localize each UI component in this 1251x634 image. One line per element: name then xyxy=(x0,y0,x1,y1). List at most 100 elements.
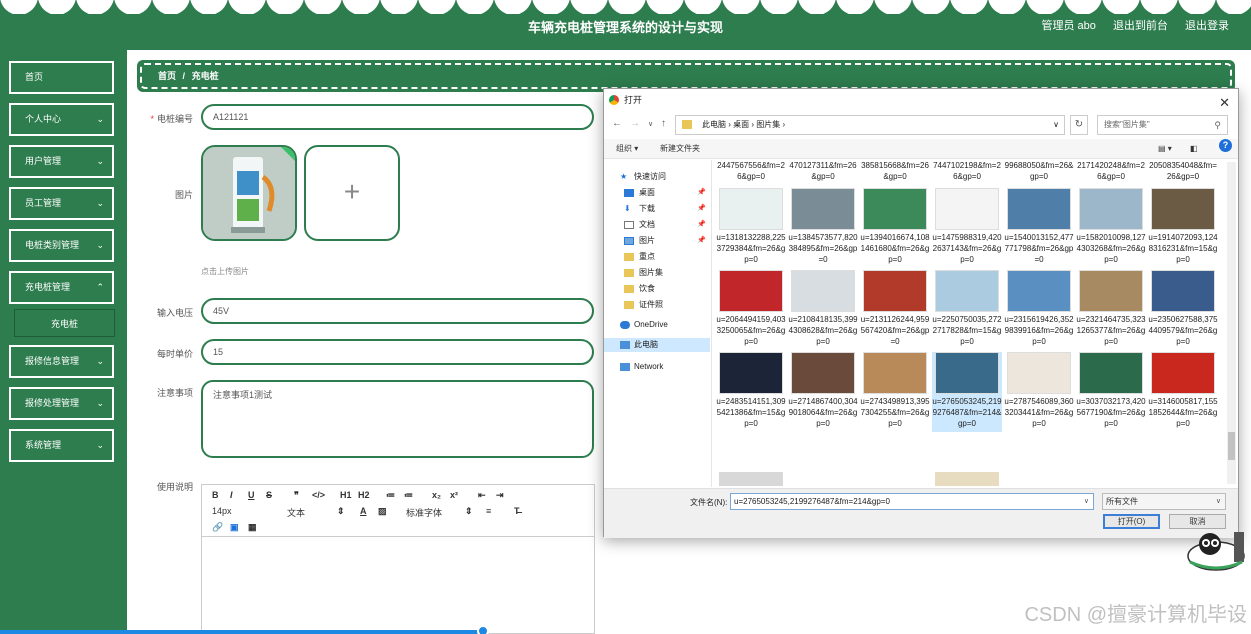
voltage-input[interactable]: 45V xyxy=(201,298,594,324)
filename-input[interactable]: u=2765053245,2199276487&fm=214&gp=0 ∨ xyxy=(730,493,1094,510)
code-input[interactable]: A121121 xyxy=(201,104,594,130)
font-color-icon[interactable]: A xyxy=(360,506,367,516)
help-icon[interactable]: ? xyxy=(1219,139,1232,152)
file-item[interactable]: u=1384573577,820384895&fm=26&gp=0 xyxy=(788,188,858,268)
file-item[interactable]: u=2765053245,2199276487&fm=214&gp=0 xyxy=(932,352,1002,432)
sidebar-item-pile-management[interactable]: 充电桩管理 ⌃ xyxy=(9,271,114,304)
file-thumbnail[interactable] xyxy=(719,472,783,486)
file-item[interactable]: u=1318132288,2253729384&fm=26&gp=0 xyxy=(716,188,786,268)
close-icon[interactable]: ✕ xyxy=(1219,92,1230,114)
open-button[interactable]: 打开(O) xyxy=(1103,514,1160,529)
nav-folder-zhengjianzhao[interactable]: 证件照 xyxy=(604,298,710,312)
h2-button[interactable]: H2 xyxy=(358,490,370,500)
logout-link[interactable]: 退出登录 xyxy=(1185,20,1229,32)
file-item[interactable]: 99688050&fm=26&gp=0 xyxy=(1004,160,1074,182)
up-arrow-icon[interactable]: ↑ xyxy=(661,118,666,129)
sidebar-item-staff[interactable]: 员工管理 ⌄ xyxy=(9,187,114,220)
file-item[interactable]: 2447567556&fm=26&gp=0 xyxy=(716,160,786,182)
font-family-select[interactable]: 标准字体 xyxy=(406,506,442,519)
preview-pane-icon[interactable]: ◧ xyxy=(1190,139,1198,159)
breadcrumb-home[interactable]: 首页 xyxy=(158,71,176,81)
notes-textarea[interactable]: 注意事项1测试 xyxy=(201,380,594,458)
file-item[interactable]: 7447102198&fm=26&gp=0 xyxy=(932,160,1002,182)
sidebar-item-repair-handling[interactable]: 报修处理管理 ⌄ xyxy=(9,387,114,420)
file-scrollbar[interactable] xyxy=(1227,162,1236,484)
file-item[interactable]: u=2321464735,3231265377&fm=26&gp=0 xyxy=(1076,270,1146,350)
sidebar-item-repair-info[interactable]: 报修信息管理 ⌄ xyxy=(9,345,114,378)
nav-desktop[interactable]: 桌面 📌 xyxy=(604,186,710,200)
video-icon[interactable]: ▦ xyxy=(248,522,257,533)
font-size-select[interactable]: 14px xyxy=(212,506,232,516)
file-item[interactable]: u=2131126244,959567420&fm=26&gp=0 xyxy=(860,270,930,350)
rich-text-editor[interactable]: B I U S ❞ </> H1 H2 ≔ ≔ x₂ x² ⇤ ⇥ 14px ⇕… xyxy=(201,484,595,634)
sidebar-item-users[interactable]: 用户管理 ⌄ xyxy=(9,145,114,178)
file-item[interactable]: 385815668&fm=26&gp=0 xyxy=(860,160,930,182)
recent-locations-icon[interactable]: ∨ xyxy=(648,120,653,128)
file-thumbnail[interactable] xyxy=(935,472,999,486)
chevron-down-icon[interactable]: ∨ xyxy=(1053,116,1059,134)
refresh-icon[interactable]: ↻ xyxy=(1070,115,1088,135)
clear-format-icon[interactable]: T̶ xyxy=(514,506,520,516)
file-item[interactable]: u=2250750035,2722717828&fm=15&gp=0 xyxy=(932,270,1002,350)
indent-button[interactable]: ⇥ xyxy=(496,490,504,501)
nav-folder-tupianji[interactable]: 图片集 xyxy=(604,266,710,280)
file-item[interactable]: u=2714867400,3049018064&fm=26&gp=0 xyxy=(788,352,858,432)
organize-button[interactable]: 组织 ▾ xyxy=(616,139,638,159)
file-item[interactable]: u=1582010098,1274303268&fm=26&gp=0 xyxy=(1076,188,1146,268)
sidebar-subitem-charging-pile[interactable]: 充电桩 xyxy=(14,309,115,337)
address-bar[interactable]: 此电脑 › 桌面 › 图片集 › ∨ xyxy=(675,115,1065,135)
sidebar-item-home[interactable]: 首页 xyxy=(9,61,114,94)
file-item[interactable]: u=2787546089,3603203441&fm=26&gp=0 xyxy=(1004,352,1074,432)
path-segment[interactable]: 图片集 xyxy=(756,120,780,129)
dialog-search-input[interactable]: 搜索"图片集" ⚲ xyxy=(1097,115,1228,135)
nav-quick-access[interactable]: ★ 快速访问 xyxy=(604,170,710,184)
view-options-icon[interactable]: ▤ ▾ xyxy=(1158,139,1172,159)
nav-this-pc[interactable]: 此电脑 xyxy=(604,338,710,352)
bullet-list-button[interactable]: ≔ xyxy=(404,490,413,501)
quote-button[interactable]: ❞ xyxy=(294,490,299,501)
nav-onedrive[interactable]: OneDrive xyxy=(604,318,710,332)
file-item[interactable]: u=2743498913,3957304255&fm=26&gp=0 xyxy=(860,352,930,432)
new-folder-button[interactable]: 新建文件夹 xyxy=(660,139,700,159)
nav-network[interactable]: Network xyxy=(604,360,710,374)
uploaded-image[interactable] xyxy=(201,145,297,241)
bold-button[interactable]: B xyxy=(212,490,219,500)
nav-documents[interactable]: 文档 📌 xyxy=(604,218,710,232)
exit-to-front-link[interactable]: 退出到前台 xyxy=(1113,20,1168,32)
text-type-select[interactable]: 文本 xyxy=(287,506,305,519)
superscript-button[interactable]: x² xyxy=(450,490,458,500)
file-item[interactable]: u=1394016674,1081461680&fm=26&gp=0 xyxy=(860,188,930,268)
nav-downloads[interactable]: ⬇ 下载 📌 xyxy=(604,202,710,216)
nav-folder-yinshi[interactable]: 饮食 xyxy=(604,282,710,296)
file-item[interactable]: 2171420248&fm=26&gp=0 xyxy=(1076,160,1146,182)
nav-folder-zhongdian[interactable]: 重点 xyxy=(604,250,710,264)
h1-button[interactable]: H1 xyxy=(340,490,352,500)
file-item[interactable]: u=2108418135,3994308628&fm=26&gp=0 xyxy=(788,270,858,350)
forward-arrow-icon[interactable]: → xyxy=(630,118,640,129)
link-icon[interactable]: 🔗 xyxy=(212,522,223,533)
subscript-button[interactable]: x₂ xyxy=(432,490,441,500)
file-item[interactable]: 470127311&fm=26&gp=0 xyxy=(788,160,858,182)
add-image-button[interactable]: + xyxy=(304,145,400,241)
sidebar-item-personal[interactable]: 个人中心 ⌄ xyxy=(9,103,114,136)
file-item[interactable]: u=2483514151,3095421386&fm=15&gp=0 xyxy=(716,352,786,432)
file-item[interactable]: u=1475988319,4202637143&fm=26&gp=0 xyxy=(932,188,1002,268)
path-segment[interactable]: 此电脑 xyxy=(702,120,726,129)
align-icon[interactable]: ≡ xyxy=(486,506,491,516)
filetype-select[interactable]: 所有文件 ∨ xyxy=(1102,493,1226,510)
code-button[interactable]: </> xyxy=(312,490,325,500)
file-item[interactable]: u=2064494159,4033250065&fm=26&gp=0 xyxy=(716,270,786,350)
outdent-button[interactable]: ⇤ xyxy=(478,490,486,501)
nav-pictures[interactable]: 图片 📌 xyxy=(604,234,710,248)
file-item[interactable]: u=2350627588,3754409579&fm=26&gp=0 xyxy=(1148,270,1218,350)
italic-button[interactable]: I xyxy=(230,490,233,500)
strike-button[interactable]: S xyxy=(266,490,272,500)
progress-knob[interactable] xyxy=(477,625,489,634)
scrollbar-thumb[interactable] xyxy=(1228,432,1235,460)
file-item[interactable]: u=2315619426,3529839916&fm=26&gp=0 xyxy=(1004,270,1074,350)
ordered-list-button[interactable]: ≔ xyxy=(386,490,395,501)
sidebar-item-pile-category[interactable]: 电桩类别管理 ⌄ xyxy=(9,229,114,262)
back-arrow-icon[interactable]: ← xyxy=(612,118,622,129)
file-item[interactable]: u=3037032173,4205677190&fm=26&gp=0 xyxy=(1076,352,1146,432)
file-item[interactable]: u=1914072093,1248316231&fm=15&gp=0 xyxy=(1148,188,1218,268)
